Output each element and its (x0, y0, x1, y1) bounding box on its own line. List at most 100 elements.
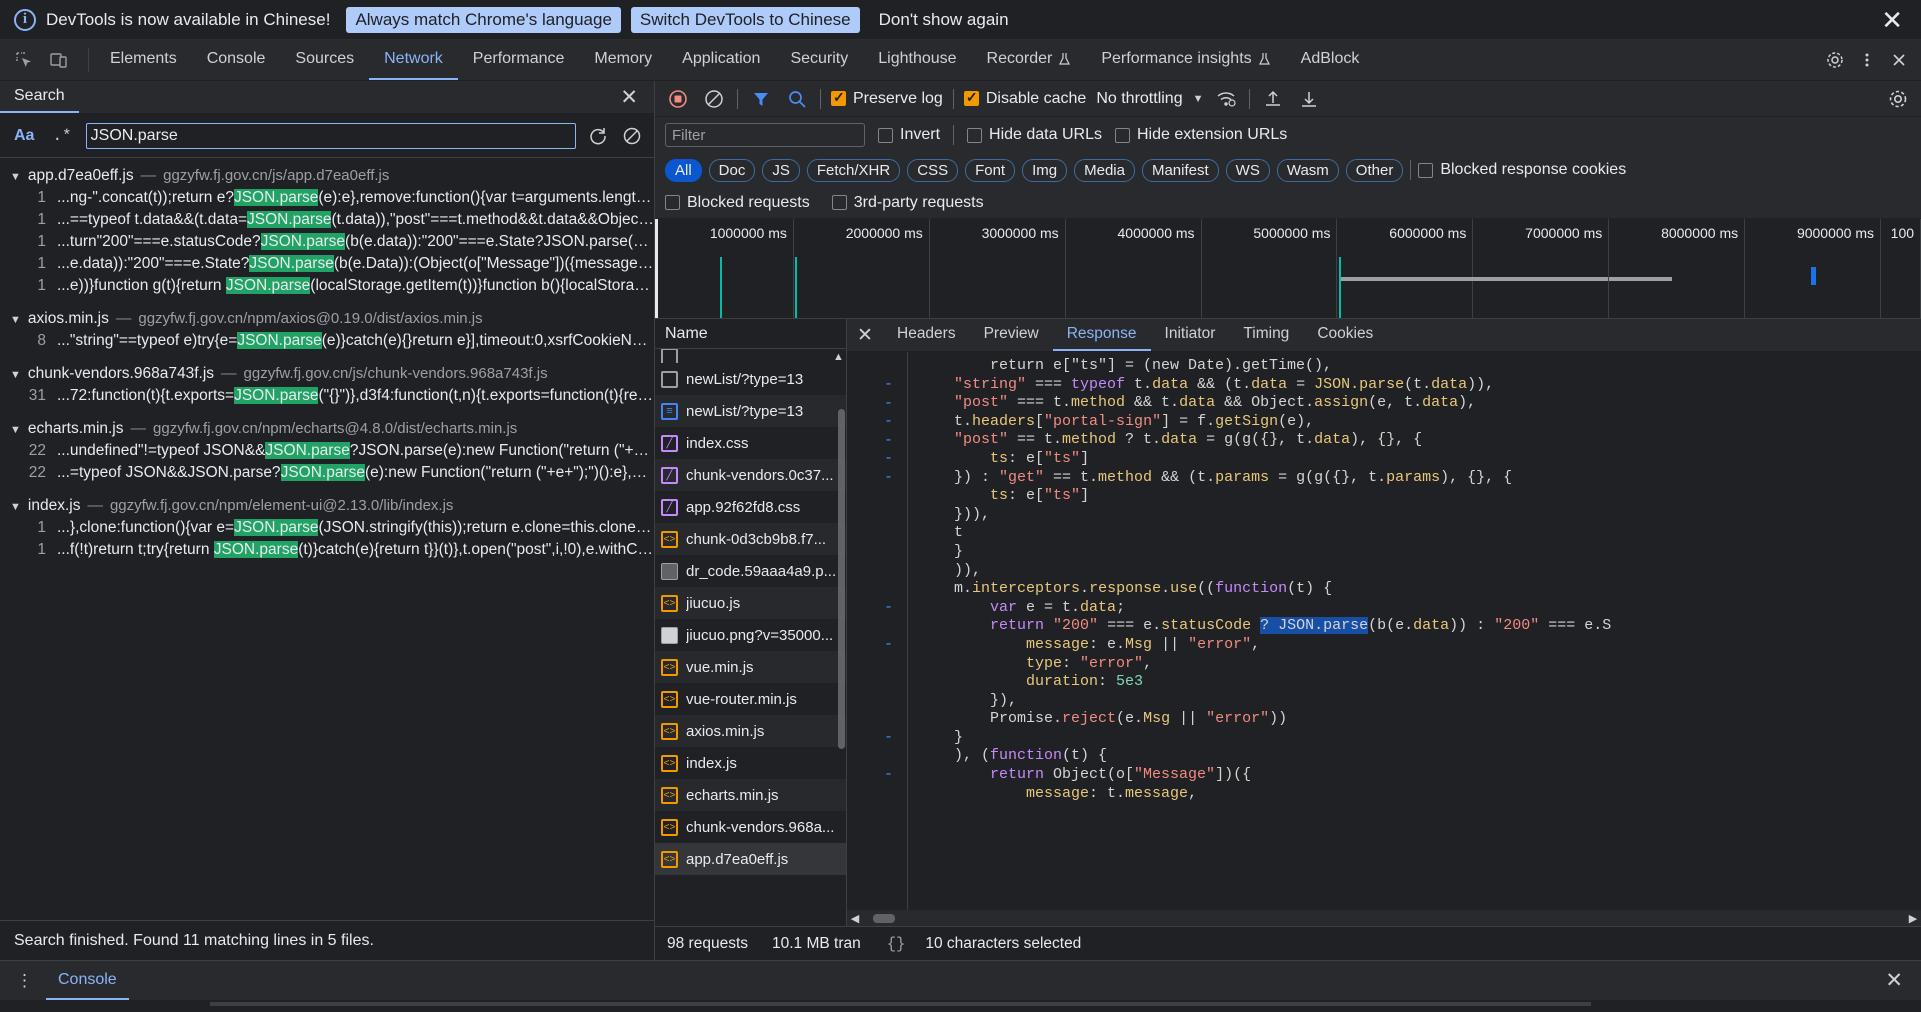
result-line[interactable]: 31 ...72:function(t){t.exports=JSON.parse… (0, 385, 654, 407)
table-row[interactable]: ≡ newList/?type=13 (655, 395, 846, 427)
tab-sources[interactable]: Sources (280, 40, 369, 80)
invert-checkbox[interactable]: Invert (878, 126, 940, 144)
drawer-more-icon[interactable]: ⋮ (0, 971, 46, 991)
scroll-left-icon[interactable]: ◀ (847, 912, 863, 925)
tab-network[interactable]: Network (369, 40, 458, 80)
inspect-element-icon[interactable] (10, 46, 38, 74)
type-filter-img[interactable]: Img (1022, 158, 1068, 182)
type-filter-other[interactable]: Other (1345, 158, 1404, 182)
table-row[interactable]: ╱ index.css (655, 427, 846, 459)
result-line[interactable]: 1 ...},clone:function(){var e=JSON.parse(… (0, 517, 654, 539)
table-row[interactable]: <> index.js (655, 747, 846, 779)
search-input[interactable] (85, 122, 576, 149)
type-filter-manifest[interactable]: Manifest (1141, 158, 1219, 182)
tab-security[interactable]: Security (775, 40, 863, 80)
device-toolbar-icon[interactable] (44, 46, 72, 74)
type-filter-wasm[interactable]: Wasm (1276, 158, 1339, 182)
close-drawer-icon[interactable]: ✕ (1867, 970, 1921, 991)
result-line[interactable]: 1 ...e))}function g(t){return JSON.parse(… (0, 275, 654, 297)
filter-funnel-icon[interactable] (748, 86, 774, 112)
tab-elements[interactable]: Elements (95, 40, 192, 80)
network-settings-gear-icon[interactable] (1885, 86, 1911, 112)
network-conditions-icon[interactable] (1213, 86, 1239, 112)
result-line[interactable]: 1 ...f(!t)return t;try{return JSON.parse(… (0, 539, 654, 561)
disable-cache-checkbox[interactable]: Disable cache (963, 89, 1086, 108)
result-line[interactable]: 8 ..."string"==typeof e)try{e=JSON.parse(… (0, 330, 654, 352)
table-row[interactable]: jiucuo.png?v=35000... (655, 619, 846, 651)
type-filter-fetch-xhr[interactable]: Fetch/XHR (806, 158, 901, 182)
search-icon[interactable] (784, 86, 810, 112)
chevron-down-icon[interactable]: ▼ (10, 171, 21, 183)
detail-tab-preview[interactable]: Preview (970, 319, 1053, 351)
chevron-down-icon[interactable]: ▼ (10, 424, 21, 436)
import-har-icon[interactable] (1260, 86, 1286, 112)
table-row-selected[interactable]: <> app.d7ea0eff.js (655, 843, 846, 875)
switch-to-chinese-button[interactable]: Switch DevTools to Chinese (630, 6, 860, 33)
tab-console[interactable]: Console (192, 40, 281, 80)
chevron-down-icon[interactable]: ▼ (10, 501, 21, 513)
regex-toggle[interactable]: .* (48, 125, 75, 147)
close-detail-icon[interactable]: ✕ (847, 319, 883, 351)
pretty-print-icon[interactable]: {} (873, 935, 914, 953)
throttling-select[interactable]: No throttling (1096, 90, 1182, 108)
table-row[interactable]: <> vue-router.min.js (655, 683, 846, 715)
result-line[interactable]: 1 ...turn"200"===e.statusCode?JSON.parse(… (0, 231, 654, 253)
code-horizontal-scrollbar[interactable]: ◀ ▶ (847, 910, 1921, 926)
scrollbar-thumb[interactable] (838, 409, 845, 749)
tab-lighthouse[interactable]: Lighthouse (863, 40, 971, 80)
scrollbar-thumb[interactable] (873, 913, 895, 923)
response-code-viewer[interactable]: - - - - - - - - - - return e["ts"] = (ne… (847, 352, 1921, 910)
table-row[interactable] (655, 349, 846, 363)
preserve-log-checkbox[interactable]: Preserve log (831, 89, 943, 108)
code-content[interactable]: return e["ts"] = (new Date).getTime(), "… (908, 352, 1921, 910)
type-filter-ws[interactable]: WS (1225, 158, 1270, 182)
tab-performance[interactable]: Performance (458, 40, 580, 80)
table-row[interactable]: <> chunk-0d3cb9b8.f7... (655, 523, 846, 555)
tab-memory[interactable]: Memory (579, 40, 667, 80)
clear-network-icon[interactable] (701, 86, 727, 112)
scroll-up-icon[interactable]: ▲ (831, 349, 846, 364)
scrollbar-track[interactable] (863, 913, 1905, 923)
result-file-header[interactable]: ▼ echarts.min.js — ggzyfw.fj.gov.cn/npm/… (0, 417, 654, 440)
table-row[interactable]: <> axios.min.js (655, 715, 846, 747)
network-overview-timeline[interactable]: 1000000 ms 2000000 ms 3000000 ms 4000000… (655, 219, 1921, 319)
chevron-down-icon[interactable]: ▼ (10, 369, 21, 381)
dont-show-again-button[interactable]: Don't show again (870, 7, 1018, 33)
table-row[interactable]: <> echarts.min.js (655, 779, 846, 811)
table-row[interactable]: <> chunk-vendors.968a... (655, 811, 846, 843)
result-file-header[interactable]: ▼ chunk-vendors.968a743f.js — ggzyfw.fj.… (0, 362, 654, 385)
refresh-icon[interactable] (586, 124, 610, 148)
column-header-name[interactable]: Name (655, 319, 846, 349)
table-row[interactable]: ╱ app.92f62fd8.css (655, 491, 846, 523)
tab-performance-insights[interactable]: Performance insights (1086, 40, 1285, 80)
detail-tab-initiator[interactable]: Initiator (1151, 319, 1230, 351)
result-line[interactable]: 1 ...==typeof t.data&&(t.data=JSON.parse(… (0, 209, 654, 231)
table-row[interactable]: <> jiucuo.js (655, 587, 846, 619)
type-filter-font[interactable]: Font (965, 158, 1016, 182)
detail-tab-headers[interactable]: Headers (883, 319, 970, 351)
result-line[interactable]: 22 ...undefined"!=typeof JSON&&JSON.parse… (0, 440, 654, 462)
chevron-down-icon[interactable]: ▼ (10, 314, 21, 326)
result-line[interactable]: 1 ...e.data)):"200"===e.State?JSON.parse(… (0, 253, 654, 275)
chevron-down-icon[interactable]: ▼ (1193, 93, 1204, 105)
drawer-tab-console[interactable]: Console (46, 961, 129, 1000)
blocked-response-cookies-checkbox[interactable]: Blocked response cookies (1418, 161, 1626, 179)
result-line[interactable]: 1 ...ng-".concat(t));return e?JSON.parse(… (0, 187, 654, 209)
request-list-scrollbar[interactable] (837, 349, 846, 926)
result-file-header[interactable]: ▼ index.js — ggzyfw.fj.gov.cn/npm/elemen… (0, 494, 654, 517)
tab-search[interactable]: Search (0, 81, 79, 113)
always-match-language-button[interactable]: Always match Chrome's language (346, 6, 621, 33)
gear-icon[interactable] (1821, 46, 1849, 74)
hide-data-urls-checkbox[interactable]: Hide data URLs (967, 126, 1102, 144)
clear-icon[interactable] (620, 124, 644, 148)
result-file-header[interactable]: ▼ axios.min.js — ggzyfw.fj.gov.cn/npm/ax… (0, 307, 654, 330)
hide-extension-urls-checkbox[interactable]: Hide extension URLs (1114, 126, 1287, 144)
tab-application[interactable]: Application (667, 40, 775, 80)
request-rows[interactable]: newList/?type=13 ≡ newList/?type=13 ╱ inde… (655, 349, 846, 926)
table-row[interactable]: ╱ chunk-vendors.0c37... (655, 459, 846, 491)
blocked-requests-checkbox[interactable]: Blocked requests (665, 194, 810, 212)
table-row[interactable]: newList/?type=13 (655, 363, 846, 395)
type-filter-doc[interactable]: Doc (708, 158, 756, 182)
detail-tab-response[interactable]: Response (1052, 319, 1151, 351)
type-filter-js[interactable]: JS (762, 158, 800, 182)
